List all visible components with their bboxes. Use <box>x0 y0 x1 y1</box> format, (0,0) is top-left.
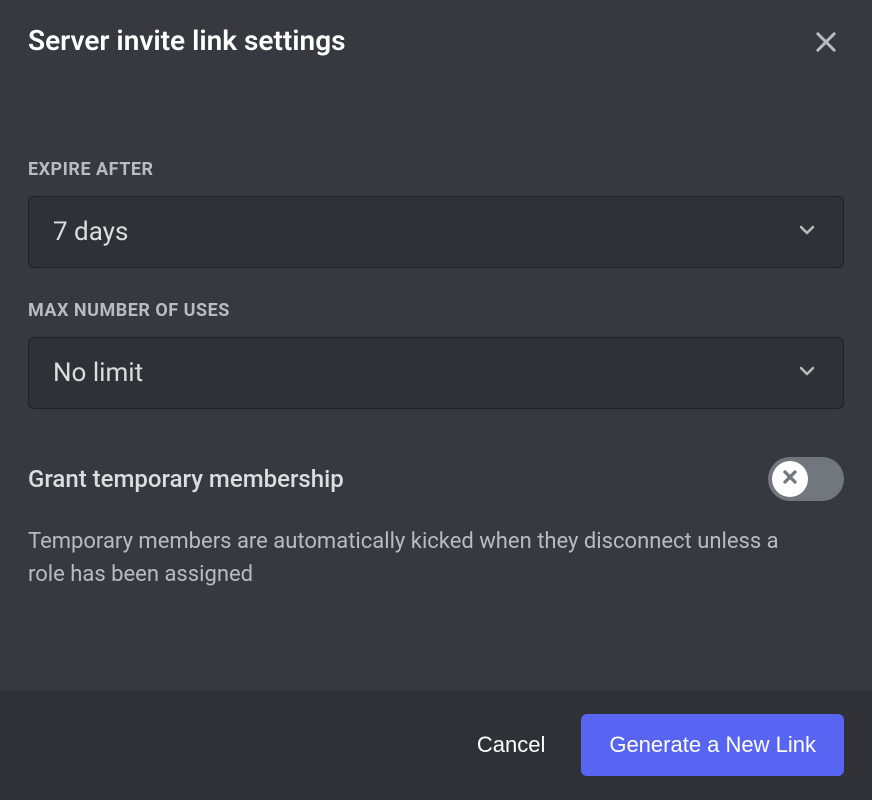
toggle-row: Grant temporary membership <box>28 457 844 501</box>
generate-link-button[interactable]: Generate a New Link <box>581 714 844 776</box>
modal-footer: Cancel Generate a New Link <box>0 690 872 800</box>
close-icon <box>812 28 840 59</box>
temporary-membership-section: Grant temporary membership Temporary mem… <box>28 457 844 591</box>
max-uses-select[interactable]: No limit <box>28 337 844 409</box>
cancel-button[interactable]: Cancel <box>457 718 565 772</box>
close-button[interactable] <box>808 24 844 63</box>
max-uses-label: MAX NUMBER OF USES <box>28 300 844 321</box>
modal-title: Server invite link settings <box>28 24 346 58</box>
expire-after-label: EXPIRE AFTER <box>28 159 844 180</box>
expire-after-select[interactable]: 7 days <box>28 196 844 268</box>
chevron-down-icon <box>795 218 819 246</box>
max-uses-value: No limit <box>53 358 143 388</box>
temporary-membership-description: Temporary members are automatically kick… <box>28 525 818 591</box>
expire-after-value: 7 days <box>53 217 128 247</box>
modal-header: Server invite link settings <box>0 0 872 63</box>
temporary-membership-toggle[interactable] <box>768 457 844 501</box>
x-icon <box>780 467 800 491</box>
chevron-down-icon <box>795 359 819 387</box>
modal-body: EXPIRE AFTER 7 days MAX NUMBER OF USES N… <box>0 63 872 642</box>
expire-after-section: EXPIRE AFTER 7 days <box>28 159 844 268</box>
temporary-membership-label: Grant temporary membership <box>28 465 344 493</box>
toggle-knob <box>772 461 808 497</box>
max-uses-section: MAX NUMBER OF USES No limit <box>28 300 844 409</box>
invite-settings-modal: Server invite link settings EXPIRE AFTER… <box>0 0 872 800</box>
